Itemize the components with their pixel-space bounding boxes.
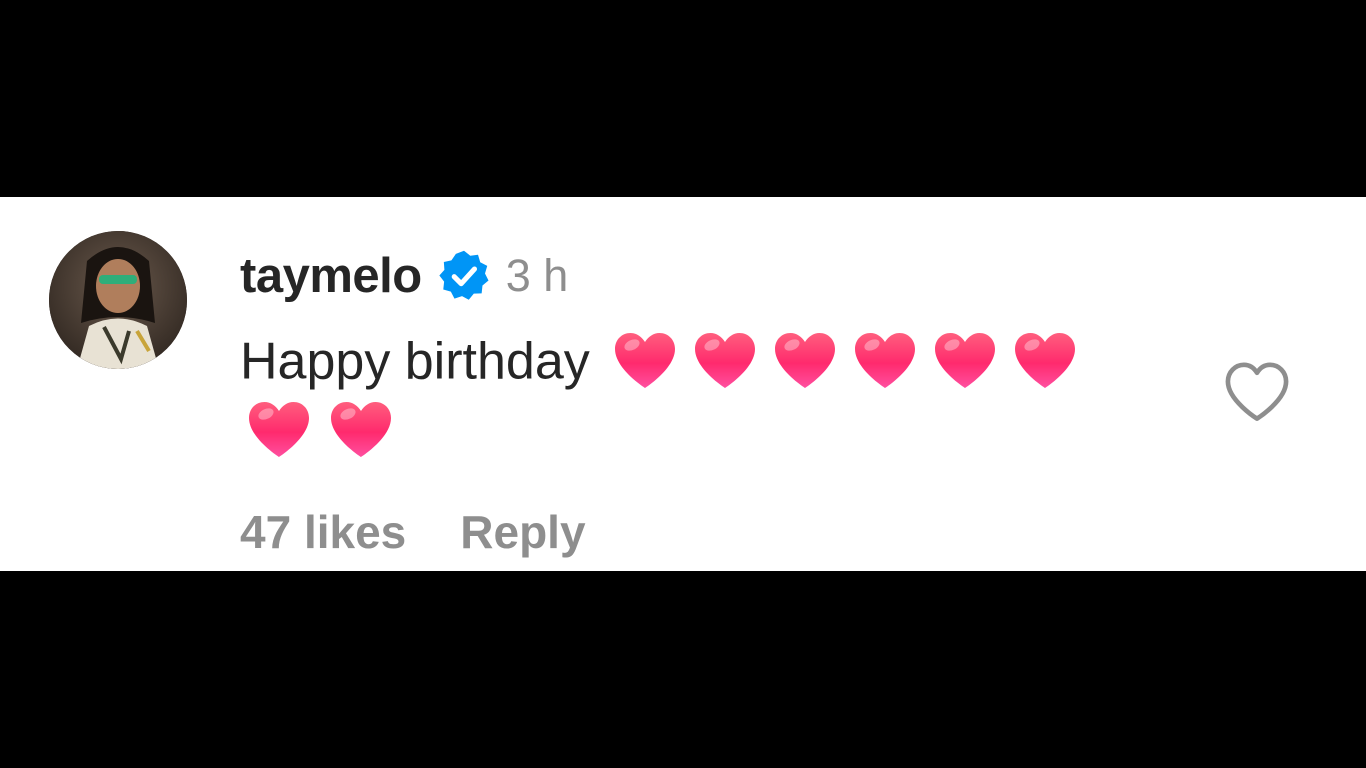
comment-text: Happy birthday <box>240 332 590 391</box>
pink-heart-emoji <box>854 333 915 389</box>
comment-actions: 47 likes Reply <box>240 505 586 559</box>
comment-header: taymelo 3 h <box>240 245 568 307</box>
reply-button[interactable]: Reply <box>460 505 585 559</box>
heart-emoji-group-line2 <box>246 399 394 461</box>
avatar[interactable] <box>49 231 187 369</box>
username-link[interactable]: taymelo <box>240 248 422 304</box>
heart-outline-icon <box>1225 362 1289 421</box>
likes-count[interactable]: 47 likes <box>240 505 406 559</box>
comment-card: taymelo 3 h Happy birthday 47 likes Repl… <box>0 197 1366 571</box>
pink-heart-emoji <box>1014 333 1075 389</box>
verified-badge-icon <box>439 250 489 300</box>
pink-heart-emoji <box>694 333 755 389</box>
pink-heart-emoji <box>934 333 995 389</box>
pink-heart-emoji <box>774 333 835 389</box>
pink-heart-emoji <box>249 402 309 457</box>
avatar-photo <box>49 231 187 369</box>
comment-body: Happy birthday <box>240 319 1180 400</box>
heart-emoji-group <box>590 329 1092 389</box>
like-button[interactable] <box>1222 359 1292 423</box>
pink-heart-emoji <box>614 333 675 389</box>
comment-timestamp[interactable]: 3 h <box>506 250 569 302</box>
pink-heart-emoji <box>331 402 391 457</box>
